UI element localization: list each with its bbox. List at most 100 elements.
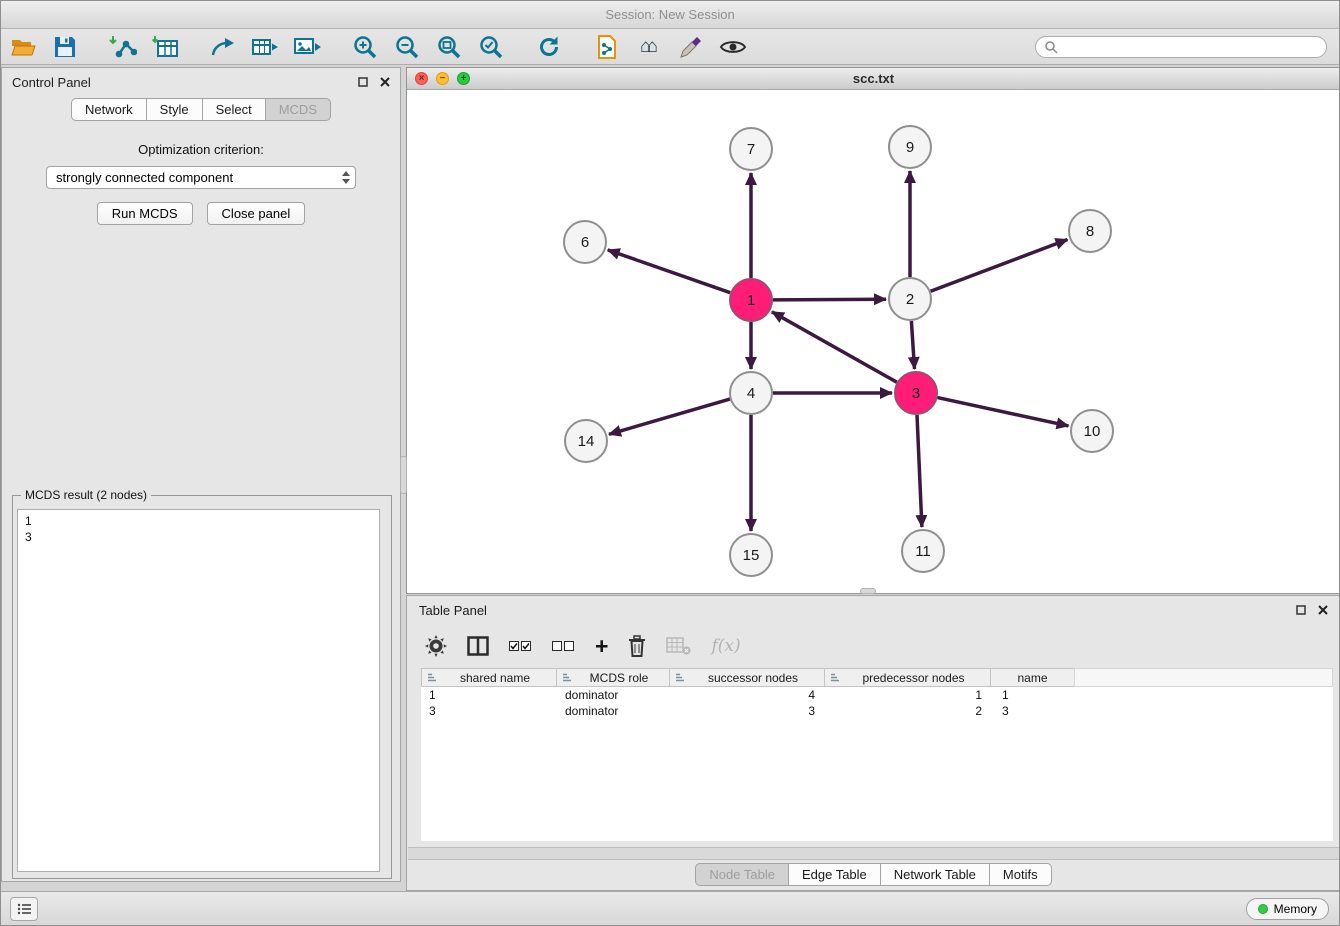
horizontal-splitter-handle[interactable] [860,588,876,594]
table-cell[interactable]: 3 [994,703,1079,719]
table-cell[interactable]: 1 [994,687,1079,703]
show-column-panel-button[interactable] [467,631,489,661]
graph-node-10[interactable]: 10 [1071,410,1113,452]
column-header-predecessor-nodes[interactable]: predecessor nodes [824,668,991,687]
graph-edge-2-3[interactable] [911,321,914,369]
create-column-button[interactable]: + [595,631,608,661]
table-cell[interactable]: 4 [671,687,827,703]
tab-mcds[interactable]: MCDS [265,98,331,121]
table-cell[interactable]: dominator [557,703,671,719]
graph-node-11[interactable]: 11 [902,530,944,572]
graph-node-8[interactable]: 8 [1069,210,1111,252]
zoom-in-button[interactable] [349,32,381,62]
graph-edge-3-10[interactable] [938,398,1069,426]
show-panels-button[interactable] [10,897,38,921]
column-header-shared-name[interactable]: shared name [421,668,557,687]
first-neighbors-button[interactable]: ⌂⌂ [633,32,665,62]
export-image-button[interactable] [291,32,323,62]
network-window-titlebar[interactable]: × − + scc.txt [407,68,1340,90]
close-panel-button[interactable]: Close panel [207,202,306,225]
run-mcds-button[interactable]: Run MCDS [97,202,193,225]
table-panel-header: Table Panel [407,596,1340,624]
table-cell[interactable]: 3 [671,703,827,719]
tab-edge-table[interactable]: Edge Table [788,863,881,886]
network-canvas[interactable]: 7 9 6 8 1 2 4 3 14 10 15 11 [407,90,1340,593]
table-cell[interactable]: 1 [421,687,557,703]
column-header-successor-nodes[interactable]: successor nodes [669,668,825,687]
zoom-fit-icon [437,35,461,59]
graph-node-14[interactable]: 14 [565,420,607,462]
graph-node-4[interactable]: 4 [730,372,772,414]
table-cell[interactable]: 3 [421,703,557,719]
select-all-rows-button[interactable] [509,631,532,661]
criterion-dropdown[interactable]: strongly connected component [46,166,356,189]
import-table-button[interactable] [149,32,181,62]
list-icon [17,903,32,915]
search-input[interactable] [1063,39,1318,54]
refresh-view-button[interactable] [533,32,565,62]
zoom-selected-icon [479,35,503,59]
graph-node-7[interactable]: 7 [730,128,772,170]
graph-node-2[interactable]: 2 [889,278,931,320]
application-window: Session: New Session [0,0,1340,926]
graph-node-6[interactable]: 6 [564,221,606,263]
zoom-fit-button[interactable] [433,32,465,62]
tab-motifs[interactable]: Motifs [989,863,1052,886]
tab-network[interactable]: Network [71,98,147,121]
eye-icon [719,38,747,56]
table-cell[interactable]: 1 [827,687,994,703]
apply-style-button[interactable] [675,32,707,62]
tab-network-table[interactable]: Network Table [880,863,990,886]
memory-button[interactable]: Memory [1246,898,1329,920]
table-row[interactable]: 1 dominator 4 1 1 [421,687,1333,703]
svg-text:8: 8 [1086,223,1094,240]
export-table-button[interactable] [249,32,281,62]
graph-edge-1-6[interactable] [608,250,731,293]
tab-style[interactable]: Style [146,98,203,121]
new-network-from-selection-button[interactable] [591,32,623,62]
close-panel-icon[interactable] [380,77,390,87]
show-graphics-details-button[interactable] [717,32,749,62]
export-network-button[interactable] [207,32,239,62]
tab-select[interactable]: Select [202,98,266,121]
svg-text:4: 4 [747,385,755,402]
zoom-selected-button[interactable] [475,32,507,62]
zoom-out-button[interactable] [391,32,423,62]
table-cell[interactable]: 2 [827,703,994,719]
float-table-panel-icon[interactable] [1296,605,1306,615]
float-panel-icon[interactable] [358,77,368,87]
main-toolbar: ⌂⌂ [1,29,1339,65]
table-cell[interactable]: dominator [557,687,671,703]
delete-column-button[interactable] [628,631,646,661]
graph-edge-3-1[interactable] [772,312,897,382]
save-session-button[interactable] [49,32,81,62]
minimize-window-button[interactable]: − [436,72,449,85]
graph-edge-1-2[interactable] [773,299,886,300]
column-header-mcds-role[interactable]: MCDS role [556,668,670,687]
close-table-panel-icon[interactable] [1318,605,1328,615]
graph-node-3[interactable]: 3 [895,372,937,414]
graph-edge-3-11[interactable] [917,415,922,527]
horizontal-scrollbar[interactable] [408,847,1339,860]
table-settings-button[interactable] [425,631,447,661]
open-session-button[interactable] [7,32,39,62]
tab-node-table[interactable]: Node Table [695,863,789,886]
status-bar: Memory [1,891,1339,925]
graph-edge-4-14[interactable] [609,399,730,434]
table-row[interactable]: 3 dominator 3 2 3 [421,703,1333,719]
graph-edge-2-8[interactable] [931,240,1068,292]
mcds-result-list[interactable]: 1 3 [17,509,380,872]
graph-node-9[interactable]: 9 [889,126,931,168]
deselect-all-rows-button[interactable] [552,631,575,661]
column-header-name[interactable]: name [990,668,1075,687]
graph-node-15[interactable]: 15 [730,534,772,576]
graph-node-1[interactable]: 1 [730,279,772,321]
import-table-icon [152,35,179,59]
import-network-button[interactable] [107,32,139,62]
close-window-button[interactable]: × [415,72,428,85]
search-box[interactable] [1035,36,1327,58]
vertical-splitter-handle[interactable] [400,456,407,494]
maximize-window-button[interactable]: + [457,72,470,85]
paintbrush-icon [679,35,703,59]
svg-text:15: 15 [743,547,760,564]
